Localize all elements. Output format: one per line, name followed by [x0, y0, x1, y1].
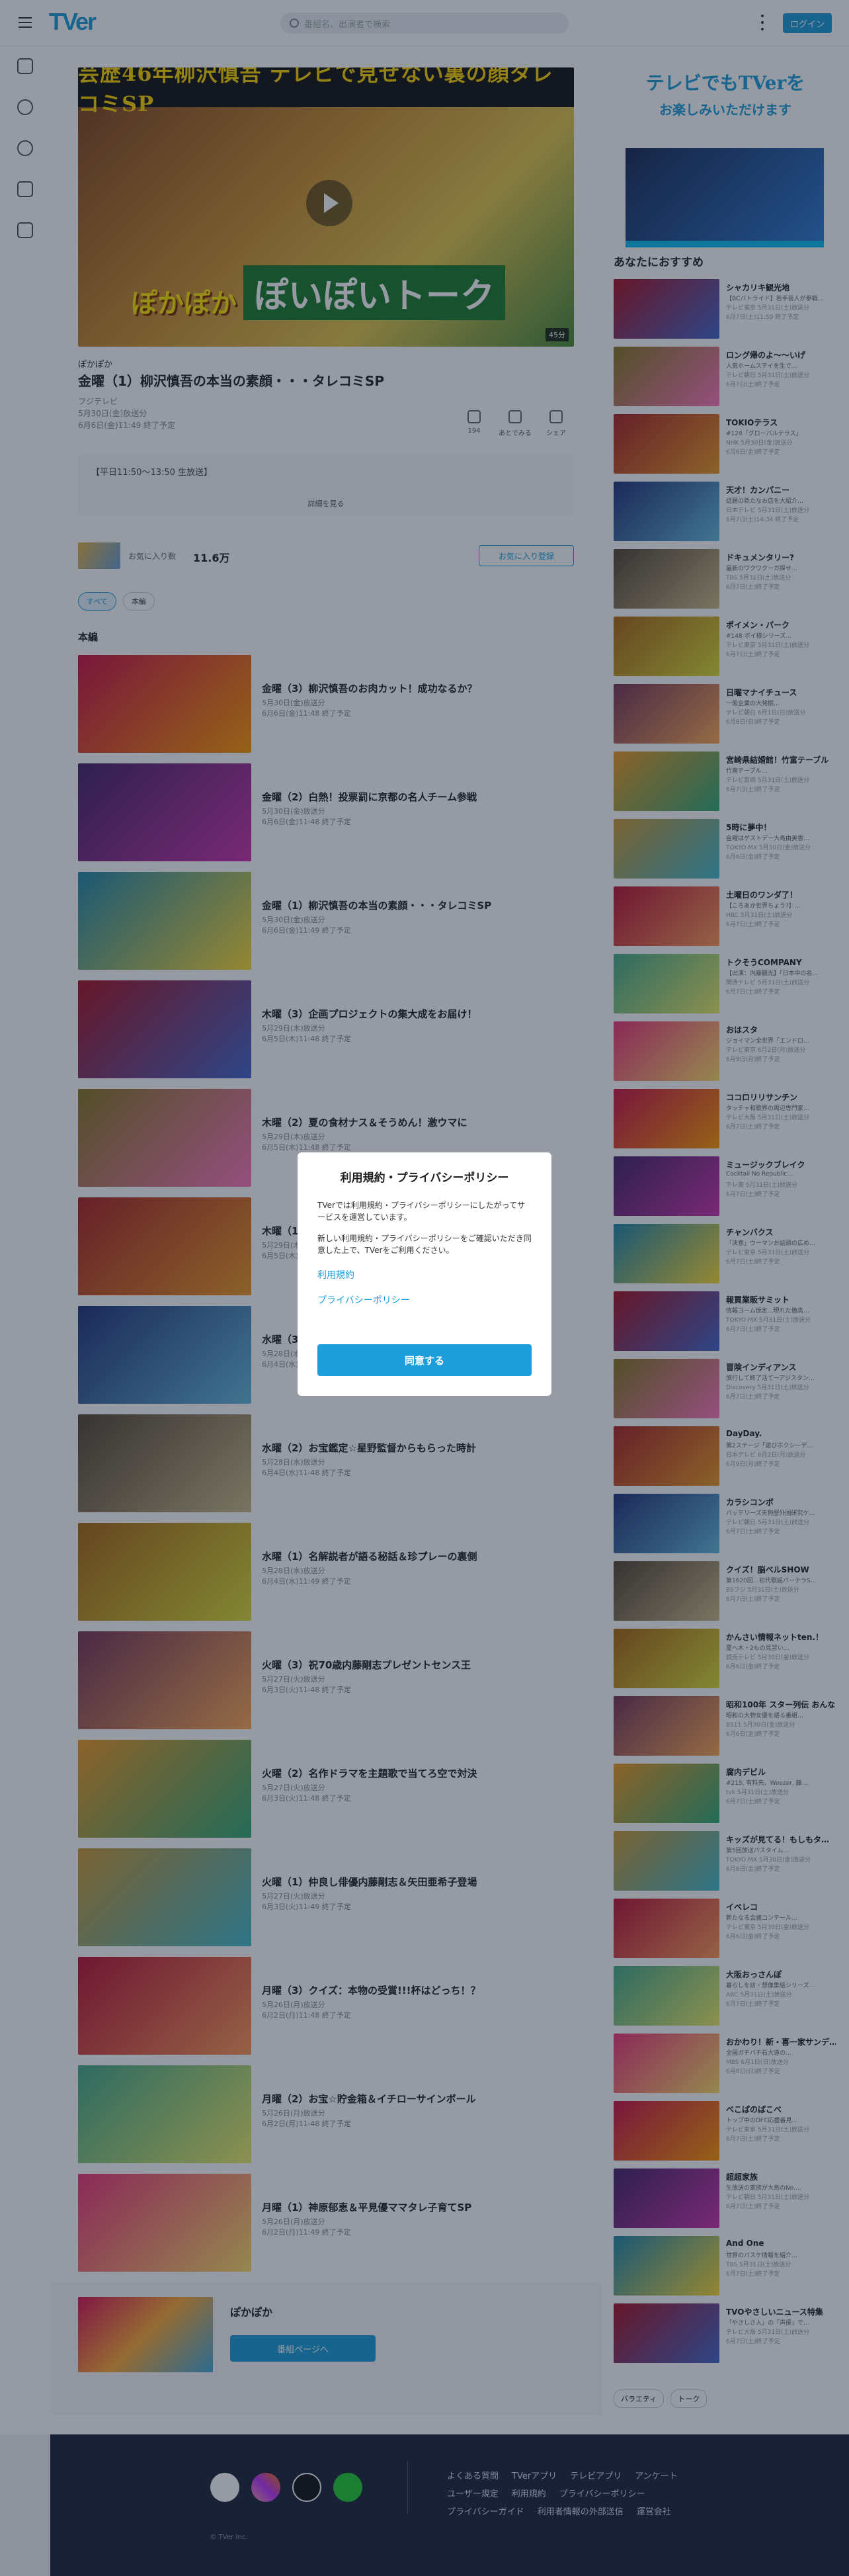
- terms-modal: 利用規約・プライバシーポリシー TVerでは利用規約・プライバシーポリシーにした…: [298, 1152, 551, 1396]
- modal-text-2: 新しい利用規約・プライバシーポリシーをご確認いただき同意した上で、TVerをご利…: [317, 1234, 532, 1255]
- modal-text-1: TVerでは利用規約・プライバシーポリシーにしたがってサービスを運営しています。: [317, 1201, 526, 1222]
- terms-link[interactable]: 利用規約: [317, 1268, 532, 1281]
- modal-title: 利用規約・プライバシーポリシー: [340, 1172, 509, 1185]
- privacy-link[interactable]: プライバシーポリシー: [317, 1293, 532, 1307]
- agree-button[interactable]: 同意する: [317, 1344, 532, 1376]
